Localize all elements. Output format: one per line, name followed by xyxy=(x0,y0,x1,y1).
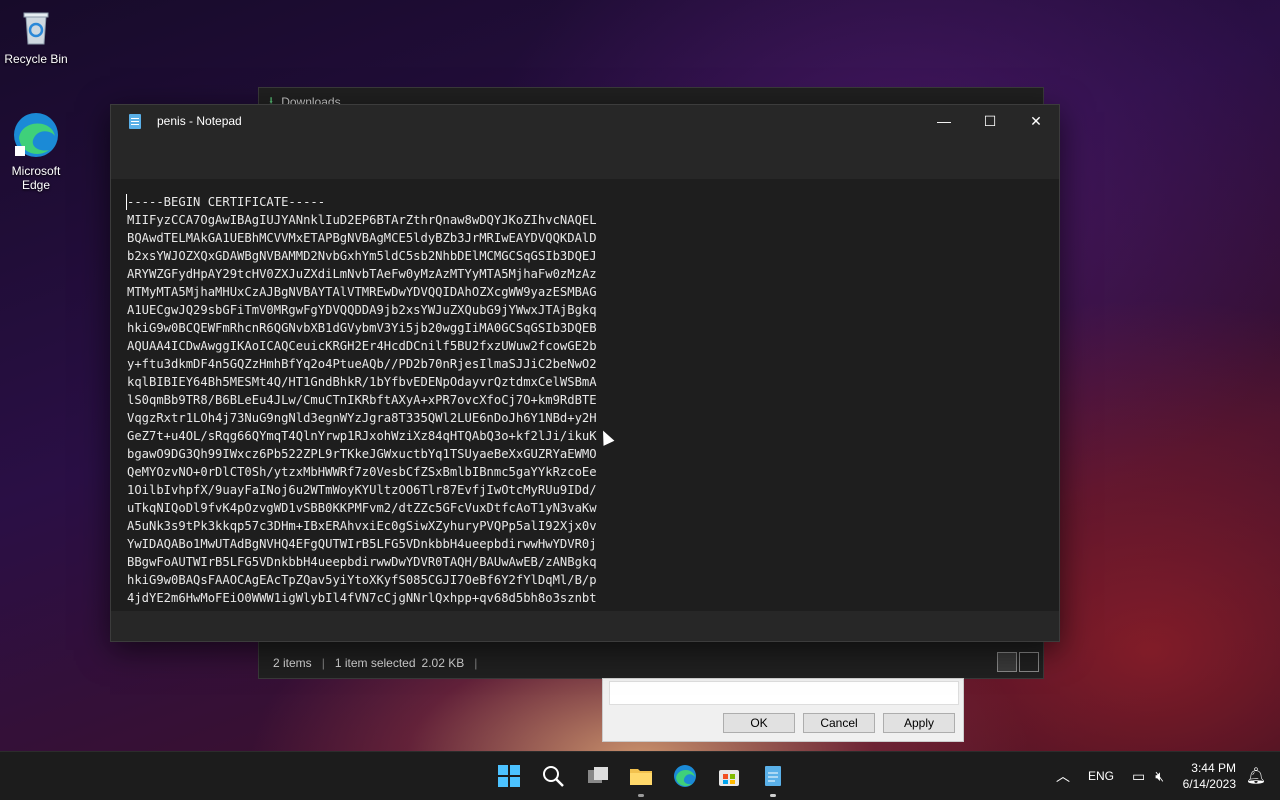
text-line: BBgwFoAUTWIrB5LFG5VDnkbbH4ueepbdirwwDwYD… xyxy=(127,555,597,569)
file-explorer-icon[interactable] xyxy=(629,764,653,788)
active-indicator xyxy=(638,794,644,797)
task-view-icon[interactable] xyxy=(586,764,610,788)
status-selected: 1 item selected xyxy=(334,656,416,670)
text-line: kqlBIBIEY64Bh5MESMt4Q/HT1GndBhkR/1bYfbvE… xyxy=(127,375,597,389)
status-size: 2.02 KB xyxy=(421,656,465,670)
desktop-icon-recycle-bin[interactable]: Recycle Bin xyxy=(0,8,72,66)
text-line: VqgzRxtr1LOh4j73NuG9ngNld3egnWYzJgra8T33… xyxy=(127,411,597,425)
text-line: -----BEGIN CERTIFICATE----- xyxy=(127,195,326,209)
active-indicator xyxy=(770,794,776,797)
notification-icon[interactable]: 🔔︎ xyxy=(1246,766,1266,786)
notepad-titlebar: penis - Notepad xyxy=(111,105,1059,137)
desktop-icon-label: Recycle Bin xyxy=(4,52,68,66)
text-line: hkiG9w0BCQEWFmRhcnR6QGNvbXB1dGVybmV3Yi5j… xyxy=(127,321,597,335)
notepad-icon xyxy=(129,113,141,129)
desktop-icon-label: Microsoft Edge xyxy=(11,164,61,192)
text-line: b2xsYWJOZXQxGDAWBgNVBAMMD2NvbGxhYm5ldC5s… xyxy=(127,249,597,263)
apply-button[interactable]: Apply xyxy=(883,713,955,733)
maximize-button[interactable]: ☐ xyxy=(967,105,1013,137)
text-line: y+ftu3dkmDF4n5GQZzHmhBfYq2o4PtueAQb//PD2… xyxy=(127,357,597,371)
chevron-up-icon[interactable]: ︿ xyxy=(1056,766,1070,786)
properties-dialog: OK Cancel Apply xyxy=(602,678,964,742)
taskbar: ︿ ENG ▭ 🔇︎ 3:44 PM 6/14/2023 🔔︎ xyxy=(0,751,1280,800)
clock-time: 3:44 PM xyxy=(1191,761,1236,775)
minimize-button[interactable]: — xyxy=(921,105,967,137)
desktop-icon-edge[interactable]: Microsoft Edge xyxy=(0,110,72,192)
clock[interactable]: 3:44 PM 6/14/2023 xyxy=(1183,760,1236,792)
text-line: uTkqNIQoDl9fvK4pOzvgWD1vSBB0KKPMFvm2/dtZ… xyxy=(127,501,597,515)
search-icon[interactable] xyxy=(541,764,565,788)
text-line: MIIFyzCCA7OgAwIBAgIUJYANnklIuD2EP6BTArZt… xyxy=(127,213,597,227)
status-separator: | xyxy=(321,656,325,670)
text-line: GeZ7t+u4OL/sRqg66QYmqT4QlnYrwp1RJxohWziX… xyxy=(127,429,597,443)
text-line: AQUAA4ICDwAwggIKAoICAQCeuicKRGH2Er4HcdDC… xyxy=(127,339,597,353)
cancel-button[interactable]: Cancel xyxy=(803,713,875,733)
text-line: hkiG9w0BAQsFAAOCAgEAcTpZQav5yiYtoXKyfS08… xyxy=(127,573,597,587)
notepad-menubar xyxy=(111,137,1059,177)
clock-date: 6/14/2023 xyxy=(1182,777,1236,791)
text-line: A5uNk3s9tPk3kkqp57c3DHm+IBxERAhvxiEc0gSi… xyxy=(127,519,597,533)
text-line: MTMyMTA5MjhaMHUxCzAJBgNVBAYTAlVTMREwDwYD… xyxy=(127,285,597,299)
status-separator: | xyxy=(474,656,478,670)
volume-mute-icon[interactable]: 🔇︎ xyxy=(1155,768,1164,785)
network-icon[interactable]: ▭ xyxy=(1132,768,1145,785)
notepad-statusbar xyxy=(111,611,1059,641)
text-line: 1OilbIvhpfX/9uayFaINoj6u2WTmWoyKYUltzOO6… xyxy=(127,483,597,497)
text-editor-area[interactable]: -----BEGIN CERTIFICATE----- MIIFyzCCA7OgA… xyxy=(111,179,1059,611)
text-line: ARYWZGFydHpAY29tcHV0ZXJuZXdiLmNvbTAeFw0y… xyxy=(127,267,597,281)
language-indicator[interactable]: ENG xyxy=(1088,769,1114,783)
explorer-statusbar: 2 items | 1 item selected 2.02 KB | xyxy=(259,648,1043,678)
store-icon[interactable] xyxy=(717,764,741,788)
text-line: BQAwdTELMAkGA1UEBhMCVVMxETAPBgNVBAgMCE5l… xyxy=(127,231,597,245)
notepad-taskbar-icon[interactable] xyxy=(761,764,785,788)
details-view-icon[interactable] xyxy=(997,652,1017,672)
text-line: 4jdYE2m6HwMoFEiO0WWW1igWlybIl4fVN7cCjgNN… xyxy=(127,591,597,605)
properties-content-area xyxy=(609,681,959,705)
status-items: 2 items xyxy=(273,656,312,670)
edge-taskbar-icon[interactable] xyxy=(673,764,697,788)
text-line: bgawO9DG3Qh99IWxcz6Pb522ZPL9rTKkeJGWxuct… xyxy=(127,447,597,461)
window-title: penis - Notepad xyxy=(157,114,242,128)
start-icon[interactable] xyxy=(497,764,521,788)
close-button[interactable]: ✕ xyxy=(1013,105,1059,137)
text-line: lS0qmBb9TR8/B6BLeEu4JLw/CmuCTnIKRbftAXyA… xyxy=(127,393,597,407)
text-line: A1UECgwJQ29sbGFiTmV0MRgwFgYDVQQDDA9jb2xs… xyxy=(127,303,597,317)
text-line: QeMYOzvNO+0rDlCT0Sh/ytzxMbHWWRf7z0VesbCf… xyxy=(127,465,597,479)
system-tray: ︿ ENG ▭ 🔇︎ xyxy=(1056,752,1164,800)
ok-button[interactable]: OK xyxy=(723,713,795,733)
text-line: YwIDAQABo1MwUTAdBgNVHQ4EFgQUTWIrB5LFG5VD… xyxy=(127,537,597,551)
recycle-bin-icon xyxy=(16,8,56,48)
edge-icon xyxy=(11,110,61,160)
large-icons-view-icon[interactable] xyxy=(1019,652,1039,672)
notepad-window[interactable]: penis - Notepad — ☐ ✕ -----BEGIN CERTIFI… xyxy=(110,104,1060,642)
editor-text: -----BEGIN CERTIFICATE----- MIIFyzCCA7OgA… xyxy=(127,193,597,607)
